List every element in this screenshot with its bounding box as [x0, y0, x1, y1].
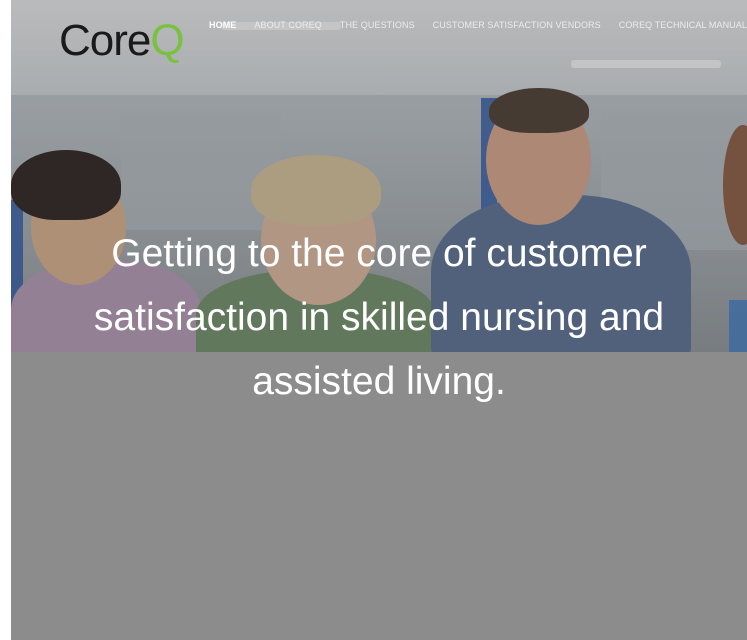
hero-headline: Getting to the core of customer satisfac… [93, 232, 665, 403]
nav-the-questions[interactable]: THE QUESTIONS [340, 20, 415, 30]
main-nav: HOME ABOUT COREQ THE QUESTIONS CUSTOMER … [209, 20, 747, 30]
page: CoreQ HOME ABOUT COREQ THE QUESTIONS CUS… [11, 0, 747, 640]
nav-customer-satisfaction-vendors[interactable]: CUSTOMER SATISFACTION VENDORS [433, 20, 601, 30]
nav-home[interactable]: HOME [209, 20, 236, 30]
logo[interactable]: CoreQ [59, 16, 185, 66]
logo-text: Core [59, 16, 151, 65]
logo-accent: Q [150, 16, 184, 65]
nav-about-coreq[interactable]: ABOUT COREQ [254, 20, 321, 30]
nav-coreq-technical-manual[interactable]: COREQ TECHNICAL MANUAL [619, 20, 747, 30]
